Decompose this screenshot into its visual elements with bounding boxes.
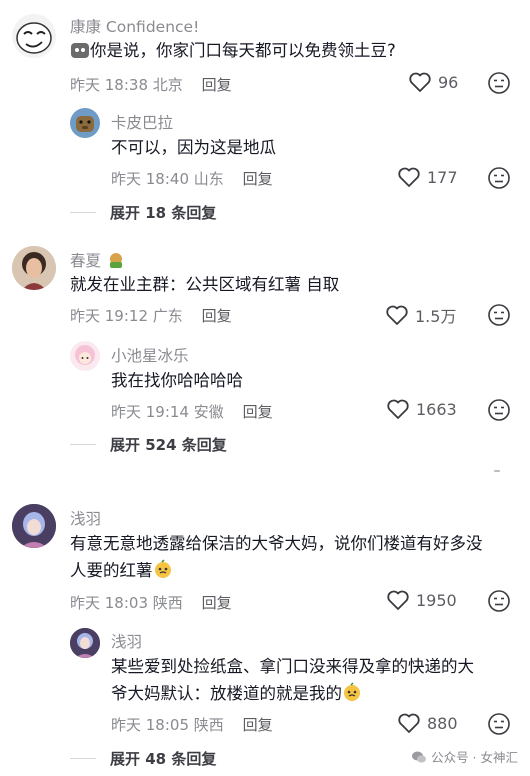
heart-outline-icon — [398, 167, 420, 187]
expand-replies-button[interactable]: 展开 48 条回复 — [70, 748, 216, 769]
like-count: 1950 — [416, 590, 457, 610]
avatar[interactable] — [70, 341, 100, 371]
awkward-face-emoji-icon — [342, 682, 362, 710]
comment-text: 就发在业主群：公共区域有红薯 自取 — [70, 275, 340, 294]
reply-button[interactable]: 回复 — [202, 76, 232, 94]
comment-location: 陕西 — [193, 716, 224, 734]
comment-date: 昨天 19:12 — [70, 307, 148, 325]
anime-girl-avatar-icon — [75, 345, 95, 365]
heart-outline-icon — [398, 713, 420, 733]
dislike-button[interactable] — [487, 71, 511, 95]
like-count: 1663 — [416, 399, 457, 419]
unhappy-face-icon — [488, 167, 510, 189]
dislike-button[interactable] — [487, 589, 511, 613]
comment-meta: 昨天 18:05 陕西 回复 — [111, 714, 273, 735]
divider — [70, 444, 96, 445]
divider — [70, 212, 96, 213]
comment-date: 昨天 19:14 — [111, 403, 189, 421]
watermark: 公众号 · 女神汇 — [411, 747, 518, 766]
avatar[interactable] — [70, 108, 100, 138]
comment-text: 你是说，你家门口每天都可以免费领土豆? — [70, 37, 396, 67]
unhappy-face-icon — [488, 399, 510, 421]
like-button[interactable]: 96 — [408, 71, 458, 93]
unhappy-face-icon — [488, 590, 510, 612]
avatar[interactable] — [12, 246, 56, 290]
dislike-button[interactable] — [487, 303, 511, 327]
expand-label: 展开 524 条回复 — [110, 436, 227, 454]
commenter-name[interactable]: 春夏 — [70, 249, 126, 273]
expand-label: 展开 48 条回复 — [110, 750, 217, 768]
reply-button[interactable]: 回复 — [202, 594, 232, 612]
comment-meta: 昨天 19:12 广东 回复 — [70, 305, 232, 326]
comment-meta: 昨天 18:40 山东 回复 — [111, 168, 273, 189]
comment-text: 有意无意地透露给保洁的大爷大妈，说你们楼道有好多没 人要的红薯 — [70, 530, 483, 587]
like-button[interactable]: 880 — [397, 712, 458, 734]
like-count: 1.5万 — [415, 307, 457, 326]
commenter-name[interactable]: 康康 Confidence! — [70, 15, 199, 37]
comment-location: 陕西 — [152, 594, 183, 612]
like-count: 880 — [427, 713, 458, 733]
capybara-avatar-icon — [76, 116, 94, 132]
dislike-button[interactable] — [487, 166, 511, 190]
heart-outline-icon — [386, 305, 408, 325]
dislike-button[interactable] — [487, 712, 511, 736]
awkward-face-emoji-icon — [153, 559, 173, 587]
commenter-name[interactable]: 卡皮巴拉 — [111, 111, 173, 133]
comment-date: 昨天 18:03 — [70, 594, 148, 612]
meme-face-icon — [16, 22, 52, 54]
scroll-indicator — [494, 470, 500, 472]
comment-text: 不可以，因为这是地瓜 — [111, 138, 276, 157]
dislike-button[interactable] — [487, 398, 511, 422]
comment-meta: 昨天 19:14 安徽 回复 — [111, 401, 273, 422]
avatar[interactable] — [70, 628, 100, 658]
reply-button[interactable]: 回复 — [243, 716, 273, 734]
reply-button[interactable]: 回复 — [202, 307, 232, 325]
commenter-name[interactable]: 小池星冰乐 — [111, 344, 189, 366]
comment-location: 广东 — [152, 307, 183, 325]
avatar[interactable] — [12, 14, 56, 58]
anime-avatar-icon — [70, 628, 100, 658]
comment-location: 安徽 — [193, 403, 224, 421]
like-count: 177 — [427, 167, 458, 187]
cat-emoji-icon — [70, 40, 90, 67]
expand-replies-button[interactable]: 展开 524 条回复 — [70, 434, 227, 455]
comment-meta: 昨天 18:03 陕西 回复 — [70, 592, 232, 613]
expand-replies-button[interactable]: 展开 18 条回复 — [70, 202, 216, 223]
watermark-text: 公众号 · 女神汇 — [431, 750, 518, 765]
wechat-logo-icon — [412, 751, 427, 763]
expand-label: 展开 18 条回复 — [110, 204, 217, 222]
like-count: 96 — [438, 72, 459, 92]
anime-avatar-icon — [12, 504, 56, 548]
comment-text: 某些爱到处捡纸盒、拿门口没来得及拿的快递的大 爷大妈默认：放楼道的就是我的 — [111, 653, 474, 710]
plant-badge-icon — [106, 251, 126, 273]
unhappy-face-icon — [488, 72, 510, 94]
unhappy-face-icon — [488, 304, 510, 326]
like-button[interactable]: 177 — [397, 166, 458, 188]
comment-text: 我在找你哈哈哈哈 — [111, 371, 243, 390]
commenter-name[interactable]: 浅羽 — [111, 630, 142, 652]
avatar[interactable] — [12, 504, 56, 548]
heart-outline-icon — [387, 590, 409, 610]
like-button[interactable]: 1.5万 — [385, 303, 456, 327]
heart-outline-icon — [387, 399, 409, 419]
comment-date: 昨天 18:38 — [70, 76, 148, 94]
reply-button[interactable]: 回复 — [243, 403, 273, 421]
comment-meta: 昨天 18:38 北京 回复 — [70, 74, 232, 95]
comment-location: 北京 — [152, 76, 183, 94]
portrait-avatar-icon — [12, 246, 56, 290]
commenter-name[interactable]: 浅羽 — [70, 507, 101, 529]
comment-date: 昨天 18:40 — [111, 170, 189, 188]
like-button[interactable]: 1950 — [386, 589, 457, 611]
like-button[interactable]: 1663 — [386, 398, 457, 420]
unhappy-face-icon — [488, 713, 510, 735]
reply-button[interactable]: 回复 — [243, 170, 273, 188]
comment-date: 昨天 18:05 — [111, 716, 189, 734]
comment-location: 山东 — [193, 170, 224, 188]
divider — [70, 758, 96, 759]
heart-outline-icon — [409, 72, 431, 92]
